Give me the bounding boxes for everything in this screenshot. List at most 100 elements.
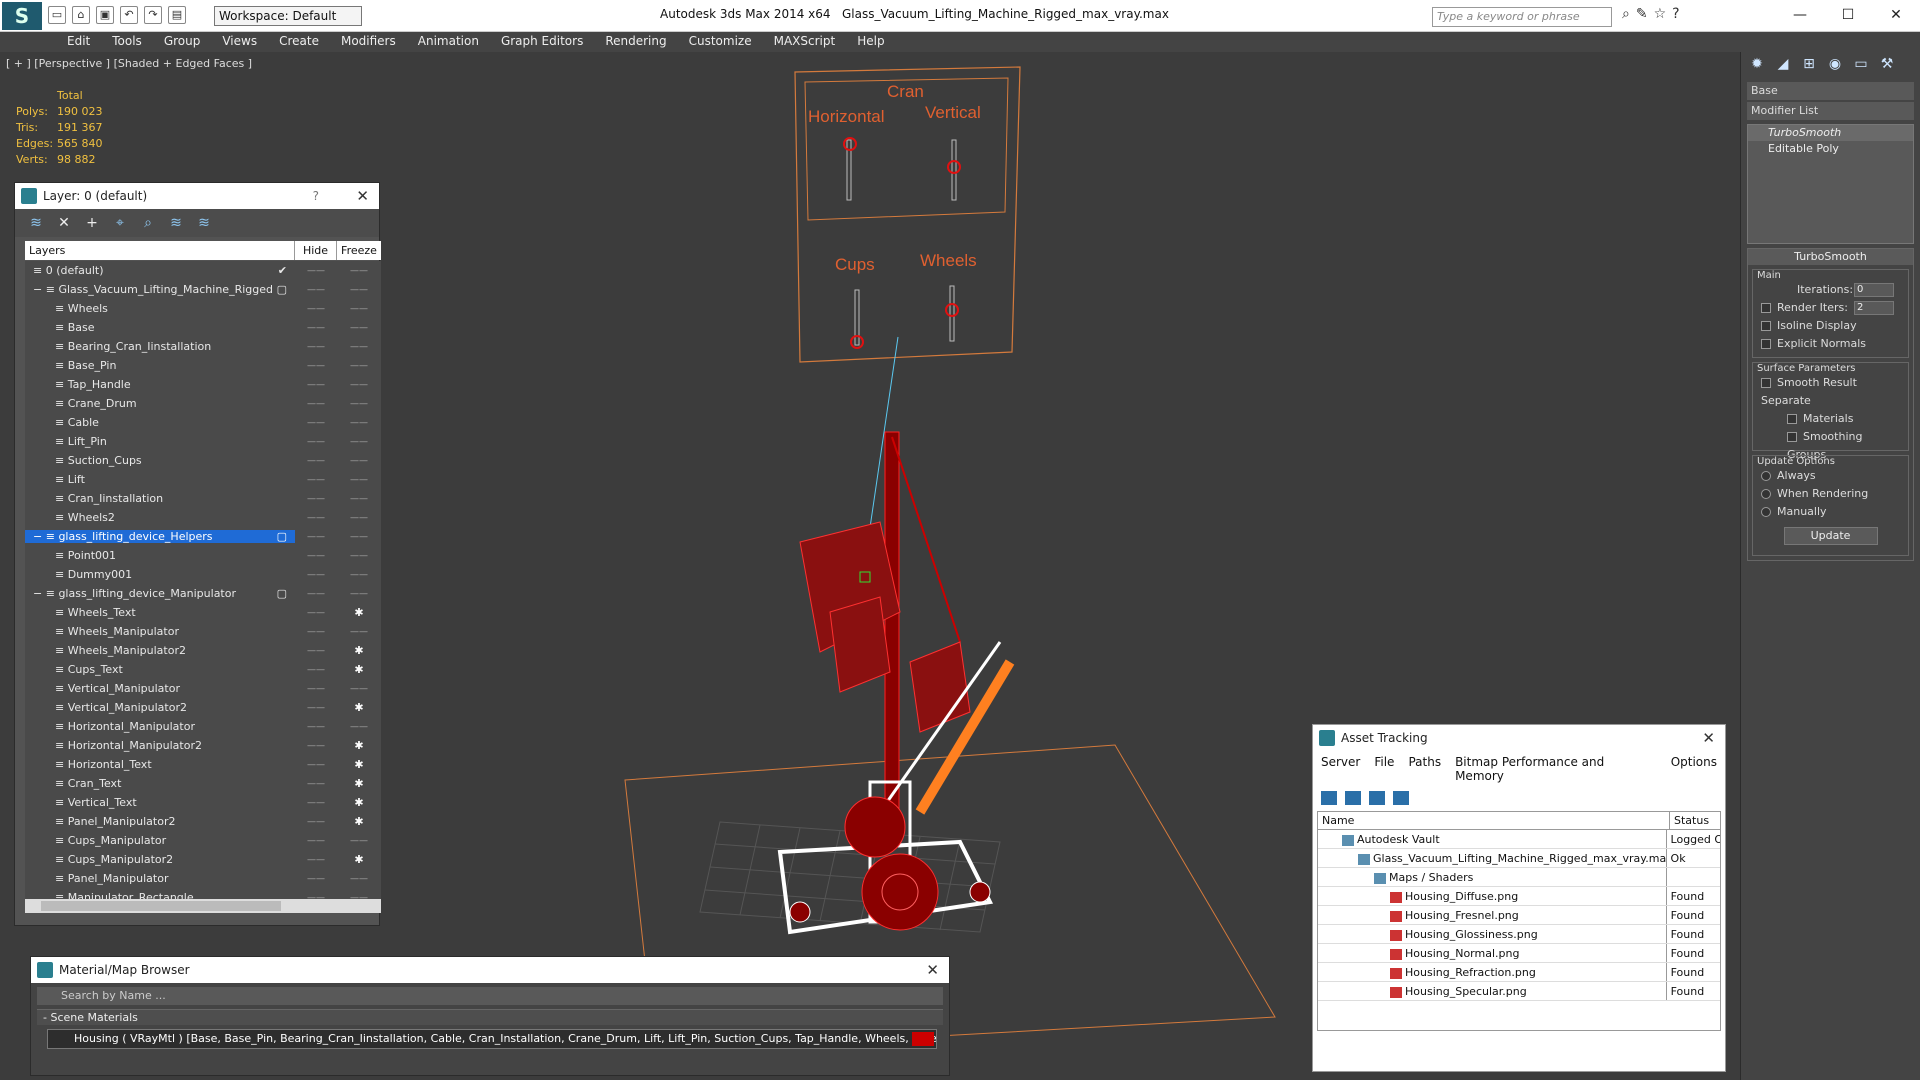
layer-row[interactable]: ≡ Cran_Text —— ✱ [25,774,381,793]
hide-toggle[interactable]: —— [295,285,337,295]
manually-radio[interactable] [1761,507,1771,517]
scene-materials-section[interactable]: - Scene Materials [37,1009,943,1025]
freeze-toggle[interactable]: —— [337,627,381,637]
menu-graph-editors[interactable]: Graph Editors [490,32,594,52]
layer-row[interactable]: ≡ Panel_Manipulator2 —— ✱ [25,812,381,831]
menu-maxscript[interactable]: MAXScript [763,32,847,52]
binoculars-icon[interactable]: ⌕ [1622,6,1630,22]
hide-toggle[interactable]: —— [295,817,337,827]
layer-row[interactable]: ≡ Lift —— —— [25,470,381,489]
freeze-toggle[interactable]: —— [337,456,381,466]
utilities-tab-icon[interactable]: ⚒ [1877,56,1897,76]
current-layer-mark[interactable]: ✔ [278,264,287,277]
freeze-toggle[interactable]: —— [337,494,381,504]
freeze-toggle[interactable]: —— [337,722,381,732]
hide-toggle[interactable]: —— [295,608,337,618]
hide-toggle[interactable]: —— [295,494,337,504]
layer-row[interactable]: ≡ Wheels_Text —— ✱ [25,603,381,622]
layer-row[interactable]: ≡ Tap_Handle —— —— [25,375,381,394]
asset-menu-file[interactable]: File [1374,755,1394,783]
hide-toggle[interactable]: —— [295,703,337,713]
freeze-toggle[interactable]: ✱ [337,739,381,752]
hide-toggle[interactable]: —— [295,342,337,352]
freeze-toggle[interactable]: —— [337,399,381,409]
hide-toggle[interactable]: —— [295,361,337,371]
freeze-toggle[interactable]: —— [337,266,381,276]
hide-toggle[interactable]: —— [295,418,337,428]
menu-animation[interactable]: Animation [407,32,490,52]
hide-toggle[interactable]: —— [295,456,337,466]
refresh-icon[interactable] [1321,791,1337,805]
freeze-toggle[interactable]: —— [337,589,381,599]
layer-row[interactable]: − ≡ glass_lifting_device_Helpers ▢ —— —— [25,527,381,546]
scroll-thumb[interactable] [41,901,281,911]
menu-modifiers[interactable]: Modifiers [330,32,407,52]
hide-toggle[interactable]: —— [295,798,337,808]
layer-row[interactable]: ≡ Vertical_Manipulator2 —— ✱ [25,698,381,717]
layer-row[interactable]: ≡ Wheels —— —— [25,299,381,318]
hide-toggle[interactable]: —— [295,513,337,523]
hide-toggle[interactable]: —— [295,437,337,447]
layer-row[interactable]: ≡ Cups_Text —— ✱ [25,660,381,679]
delete-layer-icon[interactable]: ✕ [55,215,73,231]
layer-row[interactable]: ≡ 0 (default) ✔ —— —— [25,261,381,280]
layer-row[interactable]: ≡ Panel_Manipulator —— —— [25,869,381,888]
hide-toggle[interactable]: —— [295,551,337,561]
layer-row[interactable]: − ≡ glass_lifting_device_Manipulator ▢ —— —… [25,584,381,603]
asset-row[interactable]: Glass_Vacuum_Lifting_Machine_Rigged_max_… [1318,849,1720,868]
redo-icon[interactable]: ↷ [144,6,162,24]
asset-row[interactable]: Housing_Normal.png Found [1318,944,1720,963]
menu-create[interactable]: Create [268,32,330,52]
app-logo[interactable]: S [2,2,42,30]
expand-icon[interactable]: − [33,587,46,600]
asset-menu-server[interactable]: Server [1321,755,1360,783]
freeze-toggle[interactable]: —— [337,323,381,333]
expand-icon[interactable]: − [33,530,46,543]
current-layer-mark[interactable]: ▢ [277,283,287,296]
freeze-toggle[interactable]: —— [337,513,381,523]
project-icon[interactable]: ▤ [168,6,186,24]
render-iters-spinner[interactable]: 2 [1854,301,1894,315]
hide-toggle[interactable]: —— [295,399,337,409]
asset-menu-paths[interactable]: Paths [1408,755,1441,783]
layer-row[interactable]: ≡ Vertical_Manipulator —— —— [25,679,381,698]
freeze-all-icon[interactable]: ≋ [195,215,213,231]
expand-icon[interactable]: − [33,283,46,296]
asset-row[interactable]: Maps / Shaders [1318,868,1720,887]
stack-item-turbosmooth[interactable]: TurboSmooth [1748,125,1913,141]
display-tab-icon[interactable]: ▭ [1851,56,1871,76]
subscription-icon[interactable]: ✎ [1636,6,1648,22]
hide-toggle[interactable]: —— [295,874,337,884]
freeze-toggle[interactable]: ✱ [337,815,381,828]
menu-tools[interactable]: Tools [101,32,153,52]
hierarchy-tab-icon[interactable]: ⊞ [1799,56,1819,76]
isoline-checkbox[interactable] [1761,321,1771,331]
freeze-toggle[interactable]: —— [337,570,381,580]
layer-row[interactable]: − ≡ Glass_Vacuum_Lifting_Machine_Rigged ▢… [25,280,381,299]
freeze-toggle[interactable]: —— [337,551,381,561]
search-input[interactable]: Type a keyword or phrase [1432,7,1612,27]
freeze-toggle[interactable]: —— [337,532,381,542]
menu-help[interactable]: Help [846,32,895,52]
freeze-toggle[interactable]: ✱ [337,796,381,809]
material-search-input[interactable]: Search by Name ... [37,987,943,1005]
layer-row[interactable]: ≡ Cable —— —— [25,413,381,432]
layer-row[interactable]: ≡ Lift_Pin —— —— [25,432,381,451]
layer-row[interactable]: ≡ Bearing_Cran_Iinstallation —— —— [25,337,381,356]
freeze-toggle[interactable]: —— [337,836,381,846]
freeze-toggle[interactable]: ✱ [337,777,381,790]
layer-row[interactable]: ≡ Cran_Iinstallation —— —— [25,489,381,508]
grid-view-icon[interactable] [1393,791,1409,805]
always-radio[interactable] [1761,471,1771,481]
asset-row[interactable]: Housing_Refraction.png Found [1318,963,1720,982]
highlight-layer-icon[interactable]: ⌕ [139,215,157,231]
layer-row[interactable]: ≡ Base —— —— [25,318,381,337]
layer-row[interactable]: ≡ Wheels2 —— —— [25,508,381,527]
hide-toggle[interactable]: —— [295,855,337,865]
hide-toggle[interactable]: —— [295,304,337,314]
list-icon[interactable] [1345,791,1361,805]
hide-toggle[interactable]: —— [295,760,337,770]
hide-toggle[interactable]: —— [295,323,337,333]
asset-row[interactable]: Housing_Glossiness.png Found [1318,925,1720,944]
current-layer-mark[interactable]: ▢ [277,587,287,600]
